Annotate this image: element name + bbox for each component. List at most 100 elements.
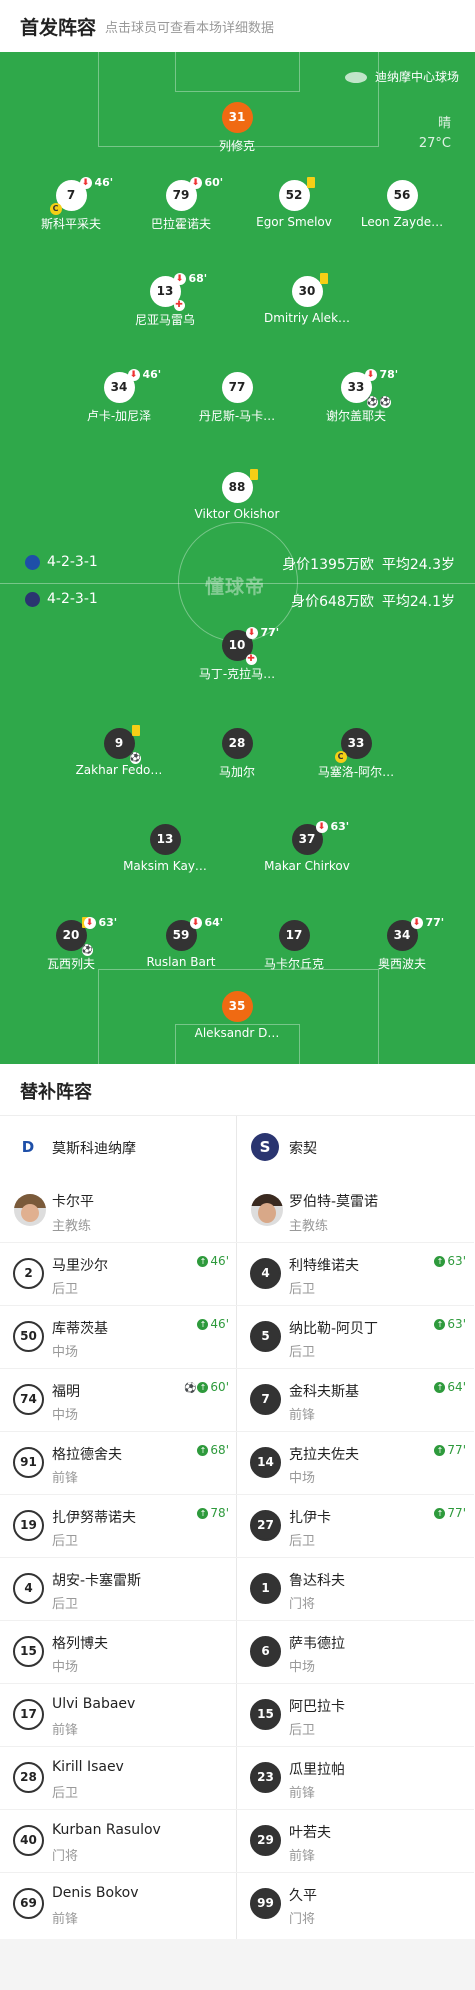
bench-player-row[interactable]: 29 叶若夫 前锋 <box>237 1809 474 1872</box>
stadium-icon <box>344 72 367 83</box>
away-player-59[interactable]: 59 ⬇ 64' Ruslan Bart <box>126 916 236 969</box>
sub-out-icon: ⬇ <box>189 177 202 189</box>
bench-player-row[interactable]: 2 马里沙尔 后卫 ↑ 46' <box>0 1242 237 1305</box>
player-position: 后卫 <box>52 1597 79 1612</box>
home-player-77[interactable]: 77 丹尼斯-马卡… <box>182 372 292 424</box>
player-name: 丹尼斯-马卡… <box>198 409 276 423</box>
home-player-34[interactable]: 34 ⬇ 46' 卢卡-加尼泽 <box>64 368 174 424</box>
bench-player-row[interactable]: 28 Kirill Isaev 后卫 <box>0 1746 237 1809</box>
player-number-badge: 50 <box>13 1321 44 1352</box>
player-number: 17 <box>278 920 310 951</box>
bench-player-row[interactable]: 99 久平 门将 <box>237 1872 474 1935</box>
away-player-33[interactable]: 33 C 马塞洛-阿尔… <box>301 728 411 780</box>
player-number-badge: 5 <box>250 1321 281 1352</box>
player-name: Viktor Okishor <box>194 507 280 521</box>
home-player-56[interactable]: 56 Leon Zayde… <box>347 180 457 229</box>
team-name: 莫斯科迪纳摩 <box>52 1141 136 1157</box>
away-player-9[interactable]: 9 ⚽ Zakhar Fedo… <box>64 725 174 777</box>
bench-player-row[interactable]: 40 Kurban Rasulov 门将 <box>0 1809 237 1872</box>
player-name: 格列博夫 <box>52 1636 108 1652</box>
coach-avatar <box>251 1194 283 1226</box>
home-player-30[interactable]: 30 Dmitriy Alek… <box>252 273 362 325</box>
sub-out-icon: ⬇ <box>410 917 423 929</box>
coach-name: 罗伯特-莫雷诺 <box>289 1194 379 1210</box>
goal-ball-icon: ⚽ <box>129 753 141 764</box>
sub-off-marker: ⬇ 64' <box>189 916 223 929</box>
sub-minute: 77' <box>447 1443 466 1457</box>
bench-player-row[interactable]: 15 阿巴拉卡 后卫 <box>237 1683 474 1746</box>
bench-player-row[interactable]: 91 格拉德舍夫 前锋 ↑ 68' <box>0 1431 237 1494</box>
bench-player-row[interactable]: 4 利特维诺夫 后卫 ↑ 63' <box>237 1242 474 1305</box>
home-player-7[interactable]: 7 ⬇ 46' C 斯科平采夫 <box>16 176 126 232</box>
bench-player-row[interactable]: 19 扎伊努蒂诺夫 后卫 ↑ 78' <box>0 1494 237 1557</box>
player-position: 后卫 <box>52 1534 79 1549</box>
away-player-35[interactable]: 35 Aleksandr D… <box>182 991 292 1040</box>
sub-off-marker: ⬇ 46' <box>127 368 161 381</box>
away-player-20[interactable]: 20 ⬇ 63' ⚽ 瓦西列夫 <box>16 916 126 972</box>
bench-title: 替补阵容 <box>20 1082 92 1103</box>
sub-minute: 68' <box>210 1443 229 1457</box>
yellow-card-icon <box>306 177 315 188</box>
player-number: 37 <box>298 832 316 846</box>
away-player-34[interactable]: 34 ⬇ 77' 奥西波夫 <box>347 916 457 972</box>
player-number-badge: 14 <box>250 1447 281 1478</box>
away-coach[interactable]: 罗伯特-莫雷诺 主教练 <box>237 1178 474 1242</box>
player-number: 34 <box>393 928 411 942</box>
bench-player-row[interactable]: 17 Ulvi Babaev 前锋 <box>0 1683 237 1746</box>
away-player-17[interactable]: 17 马卡尔丘克 <box>239 920 349 972</box>
bench-player-row[interactable]: 23 瓜里拉帕 前锋 <box>237 1746 474 1809</box>
home-player-33[interactable]: 33 ⬇ 78' ⚽ ⚽ 谢尔盖耶夫 <box>301 368 411 424</box>
bench-player-row[interactable]: 1 鲁达科夫 门将 <box>237 1557 474 1620</box>
bench-player-row[interactable]: 14 克拉夫佐夫 中场 ↑ 77' <box>237 1431 474 1494</box>
player-name: Zakhar Fedo… <box>75 763 163 777</box>
goal-ball-icon: ⚽ <box>183 1383 197 1394</box>
player-name: Makar Chirkov <box>264 859 350 873</box>
bench-player-row[interactable]: 5 纳比勒-阿贝丁 后卫 ↑ 63' <box>237 1305 474 1368</box>
away-player-28[interactable]: 28 马加尔 <box>182 728 292 780</box>
sub-on-event: ↑ 77' <box>434 1506 466 1520</box>
sub-minute: 63' <box>98 916 118 929</box>
player-name: Ulvi Babaev <box>52 1696 136 1712</box>
bench-player-row[interactable]: 69 Denis Bokov 前锋 <box>0 1872 237 1935</box>
home-market-value: 身价1395万欧 平均24.3岁 <box>274 554 455 574</box>
sub-on-event: ↑ 78' <box>197 1506 229 1520</box>
home-coach[interactable]: 卡尔平 主教练 <box>0 1178 237 1242</box>
bench-panel: D 莫斯科迪纳摩 S 索契 卡尔平 主教练 罗伯特-莫雷诺 主教练 2 马里沙尔后… <box>0 1116 475 1939</box>
player-position: 前锋 <box>289 1408 316 1423</box>
bench-player-row[interactable]: 50 库蒂茨基 中场 ↑ 46' <box>0 1305 237 1368</box>
home-player-88[interactable]: 88 Viktor Okishor <box>182 469 292 521</box>
bench-player-row[interactable]: 6 萨韦德拉 中场 <box>237 1620 474 1683</box>
captain-icon: C <box>49 203 62 215</box>
bench-player-row[interactable]: 27 扎伊卡 后卫 ↑ 77' <box>237 1494 474 1557</box>
bench-player-row[interactable]: 7 金科夫斯基 前锋 ↑ 64' <box>237 1368 474 1431</box>
player-name: 格拉德舍夫 <box>52 1447 122 1463</box>
player-name: Maksim Kay… <box>123 859 207 873</box>
bench-player-row[interactable]: 4 胡安-卡塞雷斯 后卫 <box>0 1557 237 1620</box>
away-player-37[interactable]: 37 ⬇ 63' Makar Chirkov <box>252 820 362 873</box>
sub-in-icon: ↑ <box>197 1445 209 1456</box>
bench-player-row[interactable]: 74 福明 中场 ⚽ ↑ 60' <box>0 1368 237 1431</box>
home-player-13[interactable]: 13 ⬇ 68' ✚ 尼亚马雷乌 <box>110 272 220 328</box>
away-player-13[interactable]: 13 Maksim Kay… <box>110 824 220 873</box>
player-number-badge: 91 <box>13 1447 44 1478</box>
away-team-row[interactable]: S 索契 <box>237 1116 474 1178</box>
player-name: Kurban Rasulov <box>52 1822 161 1838</box>
player-name: 卢卡-加尼泽 <box>86 409 152 423</box>
home-formation: 4-2-3-1 <box>25 554 98 570</box>
sub-off-marker: ⬇ 46' <box>79 176 113 189</box>
sub-out-icon: ⬇ <box>127 369 140 381</box>
home-team-row[interactable]: D 莫斯科迪纳摩 <box>0 1116 237 1178</box>
home-player-52[interactable]: 52 Egor Smelov <box>239 177 349 229</box>
player-position: 后卫 <box>52 1282 79 1297</box>
player-number-badge: 29 <box>250 1825 281 1856</box>
team-name: 索契 <box>289 1141 317 1157</box>
sub-in-icon: ↑ <box>434 1445 446 1456</box>
home-player-79[interactable]: 79 ⬇ 60' 巴拉霍诺夫 <box>126 176 236 232</box>
home-player-31[interactable]: 31 列修克 <box>182 102 292 154</box>
bench-player-row[interactable]: 15 格列博夫 中场 <box>0 1620 237 1683</box>
away-player-10[interactable]: 10 ⬇ 77' ✚ 马丁-克拉马… <box>182 626 292 682</box>
sub-on-event: ↑ 77' <box>434 1443 466 1457</box>
player-number: 88 <box>228 480 246 494</box>
player-position: 后卫 <box>289 1723 316 1738</box>
player-position: 中场 <box>52 1660 79 1675</box>
